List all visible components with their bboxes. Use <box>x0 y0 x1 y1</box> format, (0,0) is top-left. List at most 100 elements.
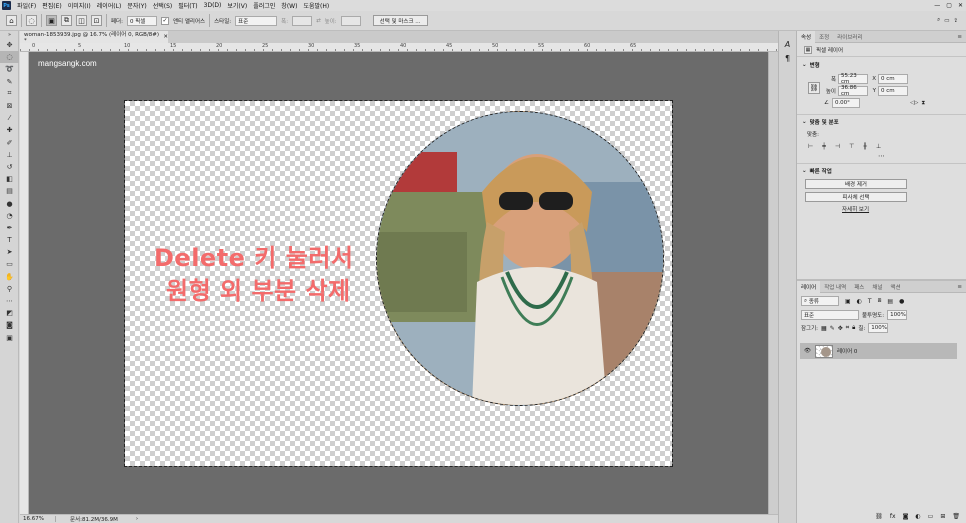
style-select[interactable]: 표준 <box>235 15 278 26</box>
transform-header[interactable]: ⌄ 변형 <box>802 61 961 69</box>
foreground-background-color-icon[interactable]: ◩ <box>0 307 19 319</box>
align-header[interactable]: ⌄ 맞춤 및 분포 <box>802 118 961 126</box>
filter-shape-icon[interactable]: ⧈ <box>878 297 882 305</box>
filter-pixel-icon[interactable]: ▣ <box>845 298 851 305</box>
swap-icon[interactable]: ⇄ <box>316 18 321 24</box>
maximize-icon[interactable]: ▢ <box>943 2 955 9</box>
minimize-icon[interactable]: — <box>931 2 943 9</box>
lock-position-icon[interactable]: ✥ <box>838 325 843 332</box>
flip-vertical-icon[interactable]: ⧗ <box>921 100 925 107</box>
layer-style-icon[interactable]: fx <box>890 513 896 523</box>
blur-tool-icon[interactable]: ● <box>0 197 19 209</box>
align-bottom-icon[interactable]: ⊥ <box>876 143 881 150</box>
learn-more-link[interactable]: 자세히 보기 <box>842 205 961 213</box>
width-input[interactable] <box>292 15 313 26</box>
tab-layers[interactable]: 레이어 <box>797 280 821 293</box>
eyedropper-tool-icon[interactable]: ⁄ <box>0 112 19 124</box>
paragraph-panel-icon[interactable]: ¶ <box>779 51 796 65</box>
type-tool-icon[interactable]: T <box>0 234 19 246</box>
quick-selection-tool-icon[interactable]: ✎ <box>0 76 19 88</box>
height-input[interactable] <box>340 15 361 26</box>
eraser-tool-icon[interactable]: ◧ <box>0 173 19 185</box>
menu-view[interactable]: 보기(V) <box>224 1 250 10</box>
opacity-input[interactable]: 100% <box>887 310 908 320</box>
feather-input[interactable]: 0 픽셀 <box>126 15 157 26</box>
menu-select[interactable]: 선택(S) <box>150 1 176 10</box>
menu-window[interactable]: 창(W) <box>278 1 300 10</box>
rectangle-tool-icon[interactable]: ▭ <box>0 258 19 270</box>
dodge-tool-icon[interactable]: ◔ <box>0 210 19 222</box>
align-left-icon[interactable]: ⊢ <box>808 143 813 150</box>
subtract-selection-icon[interactable]: ◫ <box>76 15 87 26</box>
search-icon[interactable]: ⌕ <box>937 17 940 24</box>
filter-kind-select[interactable]: ⌕ 종류 <box>801 296 839 306</box>
tab-libraries[interactable]: 라이브러리 <box>833 31 866 43</box>
align-right-icon[interactable]: ⊣ <box>835 143 840 150</box>
angle-field[interactable]: 0.00° <box>831 98 860 108</box>
new-selection-icon[interactable]: ▣ <box>46 15 57 26</box>
align-top-icon[interactable]: ⊤ <box>849 143 854 150</box>
layer-name[interactable]: 레이어 0 <box>837 347 857 355</box>
vertical-scrollbar[interactable] <box>768 52 778 514</box>
share-icon[interactable]: ⇪ <box>953 18 958 24</box>
toolbar-collapse-icon[interactable]: » <box>0 31 19 39</box>
status-arrow-icon[interactable]: › <box>136 516 138 522</box>
panel-menu-icon[interactable]: ≡ <box>953 281 966 293</box>
menu-layer[interactable]: 레이어(L) <box>94 1 125 10</box>
crop-tool-icon[interactable]: ⌗ <box>0 88 19 100</box>
align-middle-vertical-icon[interactable]: ╫ <box>863 143 867 150</box>
filter-adjustment-icon[interactable]: ◐ <box>857 298 862 305</box>
lasso-tool-icon[interactable]: ➰ <box>0 63 19 75</box>
add-mask-icon[interactable]: ◙ <box>903 513 909 523</box>
tab-history[interactable]: 작업 내역 <box>820 281 850 293</box>
select-and-mask-button[interactable]: 선택 및 마스크 ... <box>372 15 428 26</box>
screen-mode-icon[interactable]: ▣ <box>0 332 19 344</box>
circular-photo-selection[interactable] <box>376 111 664 406</box>
clone-stamp-tool-icon[interactable]: ⊥ <box>0 149 19 161</box>
character-panel-icon[interactable]: A <box>779 37 796 51</box>
visibility-eye-icon[interactable]: 👁︎ <box>804 348 811 354</box>
path-selection-tool-icon[interactable]: ➤ <box>0 246 19 258</box>
tab-paths[interactable]: 패스 <box>850 281 868 293</box>
marquee-preset-icon[interactable]: ◌ <box>26 15 37 26</box>
workspace-icon[interactable]: ▭ <box>944 18 949 24</box>
adjustment-layer-icon[interactable]: ◐ <box>915 513 920 523</box>
hand-tool-icon[interactable]: ✋ <box>0 271 19 283</box>
tab-channels[interactable]: 채널 <box>868 281 886 293</box>
panel-menu-icon[interactable]: ≡ <box>953 31 966 43</box>
canvas-workspace[interactable]: mangsangk.com Delete 키 눌러서 원형 외 부분 삭제 <box>29 52 778 514</box>
add-selection-icon[interactable]: ⧉ <box>61 15 72 26</box>
home-icon[interactable]: ⌂ <box>6 15 17 26</box>
menu-image[interactable]: 이미지(I) <box>65 1 94 10</box>
close-icon[interactable]: ✕ <box>955 2 966 9</box>
lock-all-icon[interactable]: 🔒︎ <box>852 324 855 332</box>
link-layers-icon[interactable]: ⛓ <box>875 513 883 523</box>
lock-transparent-icon[interactable]: ▦ <box>821 325 827 332</box>
menu-filter[interactable]: 필터(T) <box>175 1 200 10</box>
lock-paint-icon[interactable]: ✎ <box>830 325 835 332</box>
blend-mode-select[interactable]: 표준 <box>801 310 859 320</box>
edit-toolbar-icon[interactable]: ⋯ <box>0 295 19 307</box>
filter-type-icon[interactable]: T <box>868 298 872 305</box>
menu-3d[interactable]: 3D(D) <box>201 2 225 9</box>
quick-mask-icon[interactable]: ◙ <box>0 319 19 331</box>
menu-help[interactable]: 도움말(H) <box>300 1 332 10</box>
menu-edit[interactable]: 편집(E) <box>39 1 65 10</box>
align-center-horizontal-icon[interactable]: ╪ <box>822 143 826 150</box>
zoom-tool-icon[interactable]: ⚲ <box>0 283 19 295</box>
tab-adjustments[interactable]: 조정 <box>815 31 833 43</box>
new-layer-icon[interactable]: ⊞ <box>940 513 945 523</box>
layer-row[interactable]: 👁︎ 레이어 0 <box>800 343 957 359</box>
height-field[interactable]: 36.86 cm <box>838 85 868 97</box>
delete-layer-icon[interactable]: 🗑︎ <box>952 513 960 523</box>
filter-smart-object-icon[interactable]: ▤ <box>887 298 893 305</box>
tab-actions[interactable]: 액션 <box>886 281 904 293</box>
y-field[interactable]: 0 cm <box>878 86 908 96</box>
menu-type[interactable]: 문자(Y) <box>124 1 149 10</box>
healing-brush-tool-icon[interactable]: ✚ <box>0 124 19 136</box>
link-dimensions-icon[interactable]: ⛓ <box>808 82 820 94</box>
x-field[interactable]: 0 cm <box>878 74 908 84</box>
flip-horizontal-icon[interactable]: ◁▷ <box>910 100 918 106</box>
lock-artboard-icon[interactable]: ⌗ <box>846 324 849 332</box>
close-tab-icon[interactable]: ✕ <box>163 34 168 40</box>
